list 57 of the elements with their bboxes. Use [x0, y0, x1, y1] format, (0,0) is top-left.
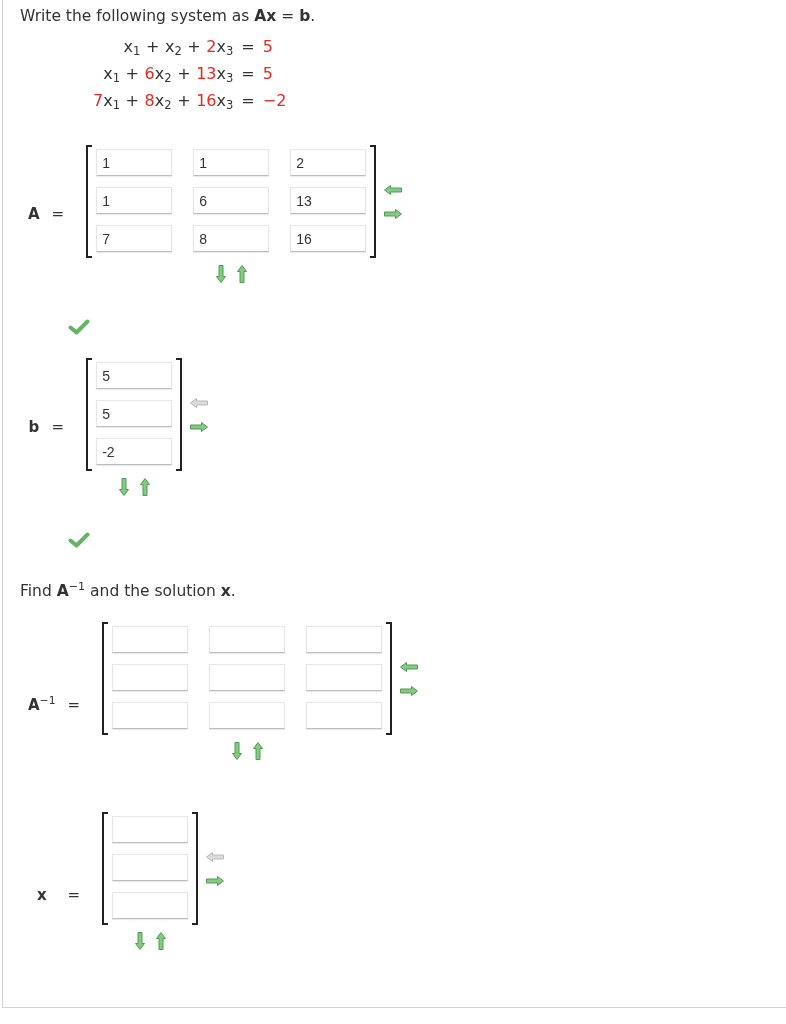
equation-constant: 5: [262, 64, 273, 84]
matrix-entry-field[interactable]: [112, 854, 189, 881]
equation-left-side: 7x$_{1}$ + 8x$_{2}$ + 16x$_{3}$: [93, 91, 234, 111]
equals-sign: =: [241, 37, 255, 57]
matrix-entry-field[interactable]: [306, 626, 383, 653]
up-arrow-icon[interactable]: [252, 742, 263, 760]
matrix-entry-field[interactable]: 16: [290, 225, 367, 252]
matrix-name: A$^{−1}$: [28, 695, 56, 715]
down-arrow-icon[interactable]: [231, 742, 242, 760]
equation-left-side: x$_{1}$ + x$_{2}$ + 2x$_{3}$: [123, 37, 234, 57]
matrix-entry-field[interactable]: 5: [96, 400, 173, 427]
equals-sign: =: [51, 417, 65, 437]
equals-sign: =: [241, 64, 255, 84]
equation-left-side: x$_{1}$ + 6x$_{2}$ + 13x$_{3}$: [103, 64, 234, 84]
matrix-entry-field[interactable]: [112, 664, 189, 691]
matrix-entry-field[interactable]: 1: [193, 149, 270, 176]
down-arrow-icon[interactable]: [134, 932, 145, 950]
matrix-entry-field[interactable]: [306, 664, 383, 691]
matrix-entry-field[interactable]: 1: [96, 149, 173, 176]
matrix-entry-field[interactable]: [112, 892, 189, 919]
right-arrow-icon[interactable]: [400, 685, 419, 696]
matrix-name: x: [36, 885, 47, 905]
right-arrow-icon[interactable]: [190, 421, 209, 432]
equation-constant: 5: [262, 37, 273, 57]
equation-constant: −2: [262, 91, 287, 111]
matrix-entry-field[interactable]: 5: [96, 362, 173, 389]
matrix-entry-field[interactable]: 13: [290, 187, 367, 214]
matrix-entry-field[interactable]: [209, 702, 286, 729]
matrix-entry-field[interactable]: 6: [193, 187, 270, 214]
matrix-entry-field[interactable]: 2: [290, 149, 367, 176]
matrix-entry-field[interactable]: 7: [96, 225, 173, 252]
matrix-name: b: [28, 417, 40, 437]
right-arrow-icon[interactable]: [384, 208, 403, 219]
matrix-entry-field[interactable]: [209, 626, 286, 653]
left-arrow-icon[interactable]: [384, 184, 403, 195]
up-arrow-icon[interactable]: [236, 265, 247, 283]
equals-sign: =: [241, 91, 255, 111]
instruction-text: Find A$^{−1}$ and the solution x.: [20, 581, 236, 601]
left-arrow-icon[interactable]: [400, 661, 419, 672]
instruction-text: Write the following system as Ax = b.: [20, 6, 316, 26]
equals-sign: =: [51, 204, 65, 224]
right-arrow-icon[interactable]: [206, 875, 225, 886]
equals-sign: =: [67, 885, 81, 905]
matrix-entry-field[interactable]: [112, 816, 189, 843]
down-arrow-icon[interactable]: [215, 265, 226, 283]
matrix-entry-field[interactable]: [112, 702, 189, 729]
matrix-entry-field[interactable]: [112, 626, 189, 653]
matrix-entry-field[interactable]: [306, 702, 383, 729]
up-arrow-icon[interactable]: [139, 478, 150, 496]
down-arrow-icon[interactable]: [118, 478, 129, 496]
matrix-name: A: [28, 204, 40, 224]
equals-sign: =: [67, 695, 81, 715]
up-arrow-icon[interactable]: [155, 932, 166, 950]
matrix-entry-field[interactable]: -2: [96, 438, 173, 465]
matrix-entry-field[interactable]: 8: [193, 225, 270, 252]
matrix-entry-field[interactable]: 1: [96, 187, 173, 214]
matrix-entry-field[interactable]: [209, 664, 286, 691]
